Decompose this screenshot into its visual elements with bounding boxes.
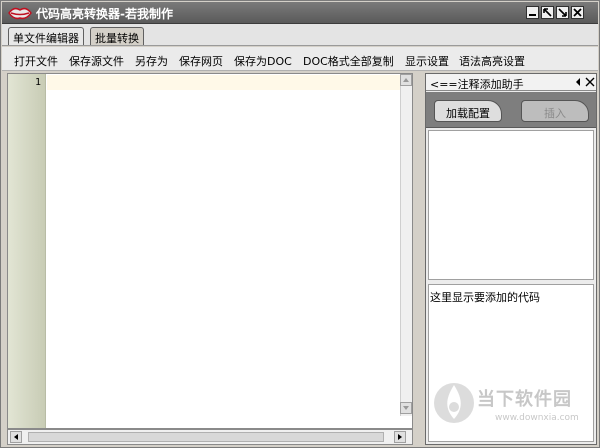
panel-header: <==注释添加助手 (426, 74, 596, 91)
comment-list[interactable] (428, 130, 594, 280)
title-bar[interactable]: 代码高亮转换器-若我制作 (2, 2, 598, 24)
scroll-right-button[interactable] (394, 431, 406, 443)
code-preview-text: 这里显示要添加的代码 (430, 291, 540, 304)
code-editor[interactable]: 1 (7, 73, 413, 429)
maximize-button[interactable] (556, 6, 569, 19)
close-icon (573, 8, 582, 17)
line-number-gutter: 1 (8, 74, 46, 428)
collapse-left-icon[interactable] (574, 77, 582, 87)
watermark-url: www.downxia.com (495, 413, 579, 423)
scroll-up-button[interactable] (400, 74, 412, 86)
insert-button[interactable]: 插入 (521, 100, 589, 122)
current-line-highlight (47, 75, 402, 90)
menu-save-doc[interactable]: 保存为DOC (234, 53, 292, 69)
lips-app-icon (8, 7, 32, 20)
tab-single-file-editor[interactable]: 单文件编辑器 (8, 27, 84, 45)
panel-toolbar: 加载配置 插入 (426, 92, 596, 128)
editor-horizontal-scrollbar[interactable] (7, 429, 413, 445)
tab-batch-convert[interactable]: 批量转换 (90, 27, 144, 45)
arrow-right-icon (398, 434, 402, 440)
downxia-logo-icon (434, 383, 474, 423)
panel-title: <==注释添加助手 (430, 78, 524, 91)
horizontal-scroll-thumb[interactable] (28, 432, 384, 442)
load-config-button[interactable]: 加载配置 (434, 100, 502, 122)
menu-save-as[interactable]: 另存为 (135, 53, 168, 69)
close-button[interactable] (571, 6, 584, 19)
tab-bar: 单文件编辑器 批量转换 (2, 24, 598, 46)
maximize-icon (558, 8, 567, 17)
arrow-down-icon (403, 406, 409, 410)
arrow-up-icon (403, 78, 409, 82)
line-number: 1 (34, 77, 41, 88)
menu-bar: 打开文件 保存源文件 另存为 保存网页 保存为DOC DOC格式全部复制 显示设… (2, 47, 598, 71)
scroll-down-button[interactable] (400, 402, 412, 414)
scroll-left-button[interactable] (10, 431, 22, 443)
menu-save-source[interactable]: 保存源文件 (69, 53, 124, 69)
minimize-button[interactable] (526, 6, 539, 19)
app-window: 代码高亮转换器-若我制作 单文件编辑器 批量转换 打开文件 保存源文件 另存为 … (0, 0, 600, 448)
window-title: 代码高亮转换器-若我制作 (36, 7, 173, 21)
menu-open-file[interactable]: 打开文件 (14, 53, 58, 69)
arrow-left-icon (14, 434, 18, 440)
watermark-name: 当下软件园 (477, 389, 572, 410)
menu-display-settings[interactable]: 显示设置 (405, 53, 449, 69)
restore-button[interactable] (541, 6, 554, 19)
editor-vertical-scrollbar[interactable] (400, 74, 412, 416)
watermark: 当下软件园 www.downxia.com (431, 373, 597, 433)
restore-icon (543, 8, 552, 17)
panel-close-icon[interactable] (585, 77, 595, 87)
menu-syntax-highlight-settings[interactable]: 语法高亮设置 (459, 53, 525, 69)
menu-save-webpage[interactable]: 保存网页 (179, 53, 223, 69)
menu-copy-all-doc[interactable]: DOC格式全部复制 (303, 53, 394, 69)
minimize-icon (529, 14, 536, 16)
